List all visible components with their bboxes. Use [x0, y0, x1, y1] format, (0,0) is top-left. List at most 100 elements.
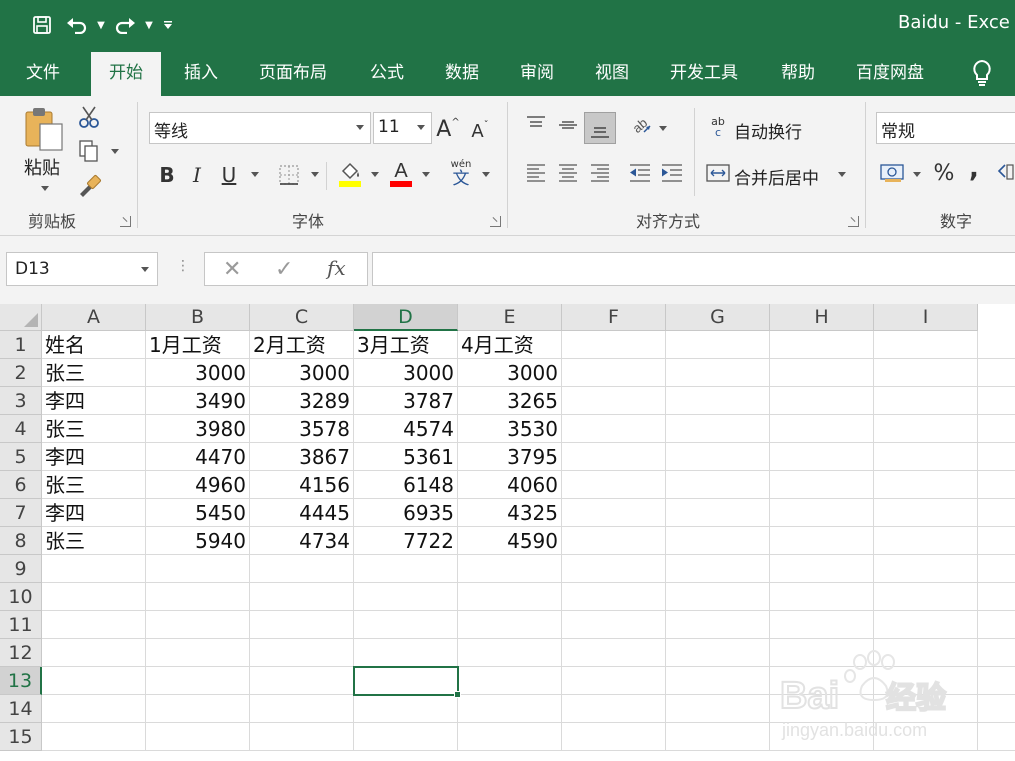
- cell-b4[interactable]: 3980: [146, 415, 250, 443]
- cell-d6[interactable]: 6148: [354, 471, 458, 499]
- cell-e2[interactable]: 3000: [458, 359, 562, 387]
- cell-d15[interactable]: [354, 723, 458, 751]
- cell-f10[interactable]: [562, 583, 666, 611]
- cell-d14[interactable]: [354, 695, 458, 723]
- row-header-2[interactable]: 2: [0, 359, 42, 387]
- cell-a11[interactable]: [42, 611, 146, 639]
- cell-b13[interactable]: [146, 667, 250, 695]
- borders-dropdown-icon[interactable]: [311, 172, 319, 177]
- cell-i8[interactable]: [874, 527, 978, 555]
- cell-a13[interactable]: [42, 667, 146, 695]
- font-launcher-icon[interactable]: [490, 216, 501, 227]
- formula-input[interactable]: [372, 252, 1015, 286]
- increase-decimal-icon[interactable]: [996, 158, 1015, 188]
- cell-b2[interactable]: 3000: [146, 359, 250, 387]
- cell-g13[interactable]: [666, 667, 770, 695]
- cell-i13[interactable]: [874, 667, 978, 695]
- row-header-10[interactable]: 10: [0, 583, 42, 611]
- paste-dropdown-icon[interactable]: [41, 186, 49, 191]
- cell-c2[interactable]: 3000: [250, 359, 354, 387]
- paste-icon[interactable]: [20, 106, 68, 152]
- merge-center-label[interactable]: 合并后居中: [734, 164, 819, 189]
- clipboard-launcher-icon[interactable]: [120, 216, 131, 227]
- cell-h3[interactable]: [770, 387, 874, 415]
- cell-j13[interactable]: [978, 667, 1015, 695]
- cell-f4[interactable]: [562, 415, 666, 443]
- cell-c4[interactable]: 3578: [250, 415, 354, 443]
- font-color-dropdown-icon[interactable]: [422, 172, 430, 177]
- phonetic-guide-icon[interactable]: wén 文: [446, 158, 476, 190]
- tab-view[interactable]: 视图: [595, 50, 629, 96]
- cell-h10[interactable]: [770, 583, 874, 611]
- cell-d9[interactable]: [354, 555, 458, 583]
- fill-color-dropdown-icon[interactable]: [371, 172, 379, 177]
- cell-f14[interactable]: [562, 695, 666, 723]
- paste-label[interactable]: 粘贴: [24, 154, 60, 180]
- decrease-indent-icon[interactable]: [626, 158, 654, 188]
- cell-g5[interactable]: [666, 443, 770, 471]
- column-header-h[interactable]: H: [770, 304, 874, 331]
- cell-a3[interactable]: 李四: [42, 387, 146, 415]
- save-icon[interactable]: [24, 10, 60, 40]
- cell-a4[interactable]: 张三: [42, 415, 146, 443]
- cell-b6[interactable]: 4960: [146, 471, 250, 499]
- cell-e15[interactable]: [458, 723, 562, 751]
- cell-i10[interactable]: [874, 583, 978, 611]
- cell-f13[interactable]: [562, 667, 666, 695]
- cell-e8[interactable]: 4590: [458, 527, 562, 555]
- cell-i5[interactable]: [874, 443, 978, 471]
- cell-f3[interactable]: [562, 387, 666, 415]
- cell-c10[interactable]: [250, 583, 354, 611]
- accounting-format-icon[interactable]: [878, 158, 908, 188]
- cell-j12[interactable]: [978, 639, 1015, 667]
- row-header-9[interactable]: 9: [0, 555, 42, 583]
- cell-d5[interactable]: 5361: [354, 443, 458, 471]
- cell-b7[interactable]: 5450: [146, 499, 250, 527]
- cell-f7[interactable]: [562, 499, 666, 527]
- redo-dropdown-icon[interactable]: ▼: [142, 10, 156, 40]
- cell-c1[interactable]: 2月工资: [250, 331, 354, 359]
- cell-g11[interactable]: [666, 611, 770, 639]
- underline-button[interactable]: U: [216, 160, 242, 190]
- alignment-launcher-icon[interactable]: [848, 216, 859, 227]
- merge-center-icon[interactable]: [704, 158, 732, 188]
- wrap-text-icon[interactable]: ab c: [706, 112, 730, 142]
- cell-d10[interactable]: [354, 583, 458, 611]
- column-header-b[interactable]: B: [146, 304, 250, 331]
- cell-c7[interactable]: 4445: [250, 499, 354, 527]
- cell-a15[interactable]: [42, 723, 146, 751]
- cell-e6[interactable]: 4060: [458, 471, 562, 499]
- enter-icon[interactable]: ✓: [275, 257, 293, 282]
- cell-i2[interactable]: [874, 359, 978, 387]
- cell-d4[interactable]: 4574: [354, 415, 458, 443]
- cell-j3[interactable]: [978, 387, 1015, 415]
- column-header-e[interactable]: E: [458, 304, 562, 331]
- cell-b1[interactable]: 1月工资: [146, 331, 250, 359]
- tab-home[interactable]: 开始: [91, 52, 161, 96]
- cell-i7[interactable]: [874, 499, 978, 527]
- cell-i6[interactable]: [874, 471, 978, 499]
- column-header-d[interactable]: D: [354, 304, 458, 331]
- cell-d2[interactable]: 3000: [354, 359, 458, 387]
- row-header-1[interactable]: 1: [0, 331, 42, 359]
- cell-b9[interactable]: [146, 555, 250, 583]
- cell-g2[interactable]: [666, 359, 770, 387]
- cell-c13[interactable]: [250, 667, 354, 695]
- cell-g15[interactable]: [666, 723, 770, 751]
- align-right-icon[interactable]: [586, 158, 614, 188]
- tab-help[interactable]: 帮助: [781, 50, 815, 96]
- cell-c5[interactable]: 3867: [250, 443, 354, 471]
- cell-h15[interactable]: [770, 723, 874, 751]
- copy-icon[interactable]: [76, 138, 102, 164]
- cell-b5[interactable]: 4470: [146, 443, 250, 471]
- formula-bar-grip-icon[interactable]: ⋮: [176, 258, 190, 274]
- align-center-icon[interactable]: [554, 158, 582, 188]
- cell-g12[interactable]: [666, 639, 770, 667]
- underline-dropdown-icon[interactable]: [251, 172, 259, 177]
- cell-j14[interactable]: [978, 695, 1015, 723]
- cell-a1[interactable]: 姓名: [42, 331, 146, 359]
- cell-j11[interactable]: [978, 611, 1015, 639]
- cell-f9[interactable]: [562, 555, 666, 583]
- row-header-6[interactable]: 6: [0, 471, 42, 499]
- merge-center-dropdown-icon[interactable]: [838, 172, 846, 177]
